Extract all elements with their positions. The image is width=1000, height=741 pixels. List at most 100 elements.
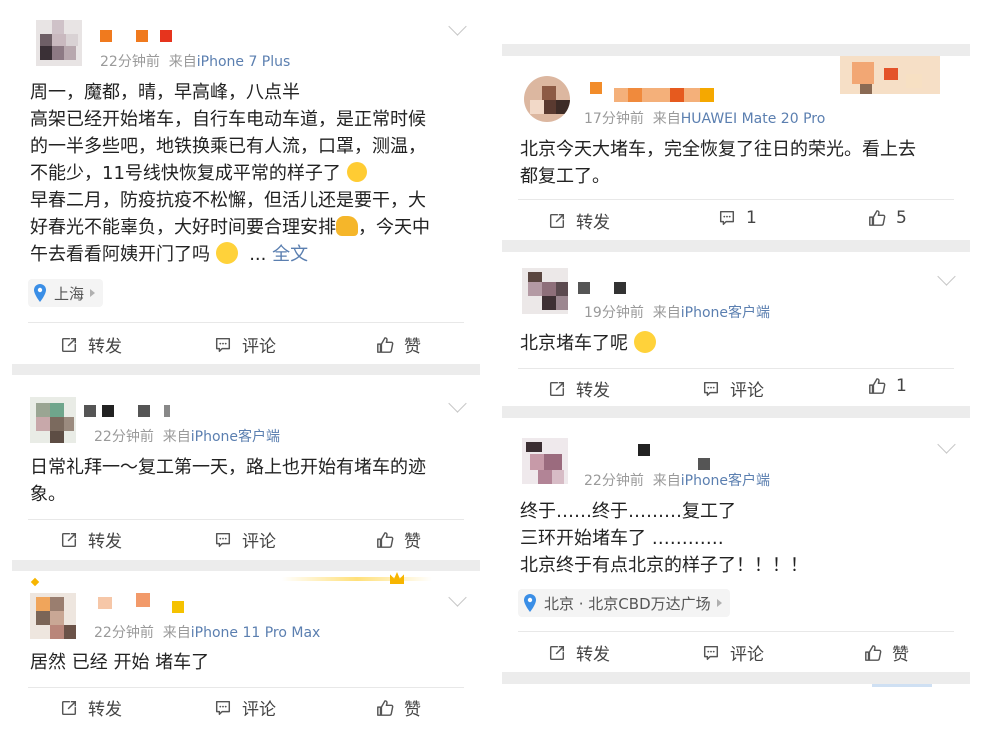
repost-label: 转发 <box>88 532 122 552</box>
like-button[interactable]: 赞 <box>376 527 421 552</box>
repost-icon <box>60 699 78 717</box>
divider <box>28 519 464 520</box>
avatar[interactable] <box>30 397 76 443</box>
like-button[interactable]: 赞 <box>376 695 421 720</box>
chevron-down-icon[interactable] <box>448 588 467 607</box>
post-time: 22分钟前 <box>94 625 154 641</box>
comment-button[interactable]: 评论 <box>214 332 276 357</box>
like-button[interactable]: 5 <box>868 208 907 228</box>
comment-icon <box>214 699 232 717</box>
avatar[interactable] <box>36 20 82 66</box>
divider <box>518 199 954 200</box>
left-feed-column: 22分钟前 来自iPhone 7 Plus 周一，魔都，晴，早高峰，八点半 高架… <box>12 0 480 741</box>
location-label: 北京 · 北京CBD万达广场 <box>544 594 711 613</box>
previous-card-bottom <box>502 0 970 44</box>
chevron-right-icon <box>90 289 96 297</box>
comment-button[interactable]: 评论 <box>702 640 764 665</box>
comment-label: 评论 <box>242 700 276 720</box>
like-icon <box>376 336 394 354</box>
comment-button[interactable]: 评论 <box>214 527 276 552</box>
location-tag[interactable]: 上海 <box>28 279 104 307</box>
repost-label: 转发 <box>576 381 610 401</box>
avatar[interactable] <box>522 268 568 314</box>
post-device[interactable]: iPhone 7 Plus <box>197 54 291 70</box>
repost-button[interactable]: 转发 <box>60 527 122 552</box>
divider <box>518 631 954 632</box>
repost-button[interactable]: 转发 <box>60 332 122 357</box>
like-button[interactable]: 赞 <box>376 332 421 357</box>
comment-icon <box>702 380 720 398</box>
comment-button[interactable]: 评论 <box>214 695 276 720</box>
comment-label: 评论 <box>242 337 276 357</box>
repost-icon <box>60 336 78 354</box>
post-text: 北京今天大堵车，完全恢复了往日的荣光。看上去 都复工了。 <box>520 136 960 190</box>
like-icon <box>376 699 394 717</box>
weibo-post-card[interactable]: 22分钟前 来自iPhone客户端 日常礼拜一～复工第一天，路上也开始有堵车的迹… <box>12 375 480 560</box>
chevron-down-icon[interactable] <box>448 17 467 36</box>
post-device[interactable]: iPhone客户端 <box>191 429 280 445</box>
like-label: 赞 <box>404 532 421 552</box>
avatar[interactable] <box>524 76 570 122</box>
weibo-post-card[interactable]: 22分钟前 来自iPhone 11 Pro Max 居然 已经 开始 堵车了 转… <box>12 571 480 741</box>
weibo-post-card[interactable]: 17分钟前 来自HUAWEI Mate 20 Pro 北京今天大堵车，完全恢复了… <box>502 56 970 240</box>
repost-button[interactable]: 转发 <box>60 695 122 720</box>
chevron-down-icon[interactable] <box>937 435 956 454</box>
location-tag[interactable]: 北京 · 北京CBD万达广场 <box>518 589 730 617</box>
chevron-down-icon[interactable] <box>448 394 467 413</box>
avatar[interactable] <box>522 438 568 484</box>
post-source-prefix: 来自 <box>162 625 191 641</box>
repost-button[interactable]: 转发 <box>548 376 610 401</box>
post-text: 居然 已经 开始 堵车了 <box>30 649 470 676</box>
comment-button[interactable]: 评论 <box>702 376 764 401</box>
post-text-line: 三环开始堵车了 ………… <box>520 528 724 549</box>
repost-icon <box>548 644 566 662</box>
chevron-down-icon[interactable] <box>937 267 956 286</box>
repost-button[interactable]: 转发 <box>548 208 610 233</box>
post-device[interactable]: iPhone客户端 <box>681 305 770 321</box>
like-icon <box>864 644 882 662</box>
full-text-link[interactable]: 全文 <box>272 244 308 265</box>
like-icon <box>868 209 886 227</box>
post-source-prefix: 来自 <box>652 305 681 321</box>
weibo-post-card[interactable]: 19分钟前 来自iPhone客户端 北京堵车了呢 转发 评论 1 <box>502 252 970 406</box>
post-text-line: 早春二月，防疫抗疫不松懈，但活儿还是要干，大 <box>30 190 426 211</box>
comment-icon <box>214 336 232 354</box>
post-text: 日常礼拜一～复工第一天，路上也开始有堵车的迹 象。 <box>30 454 470 508</box>
post-time: 22分钟前 <box>100 54 160 70</box>
post-device[interactable]: iPhone客户端 <box>681 473 770 489</box>
like-button[interactable]: 1 <box>868 376 907 396</box>
post-device[interactable]: iPhone 11 Pro Max <box>191 625 321 641</box>
divider <box>518 368 954 369</box>
avatar[interactable] <box>30 593 76 639</box>
divider <box>28 322 464 323</box>
post-text-line: 北京今天大堵车，完全恢复了往日的荣光。看上去 <box>520 139 916 160</box>
flexed-biceps-emoji-icon <box>336 216 358 236</box>
grin-sweat-emoji-icon <box>346 162 367 182</box>
post-text-line: 北京堵车了呢 <box>520 330 960 357</box>
repost-icon <box>60 531 78 549</box>
post-text: 北京堵车了呢 <box>520 330 960 357</box>
weibo-post-card[interactable]: 22分钟前 来自iPhone 7 Plus 周一，魔都，晴，早高峰，八点半 高架… <box>12 0 480 364</box>
post-text-line: 好春光不能辜负，大好时间要合理安排 ，今天中 <box>30 216 430 238</box>
comment-button[interactable]: 1 <box>718 208 757 228</box>
like-count: 5 <box>896 208 907 228</box>
like-button[interactable]: 赞 <box>864 640 909 665</box>
chevron-right-icon <box>716 599 722 607</box>
repost-button[interactable]: 转发 <box>548 640 610 665</box>
post-meta: 22分钟前 来自iPhone客户端 <box>584 470 770 490</box>
post-text-line: 午去看看阿姨开门了吗 ... 全文 <box>30 242 309 265</box>
post-time: 17分钟前 <box>584 111 644 127</box>
like-icon <box>868 377 886 395</box>
comment-label: 评论 <box>242 532 276 552</box>
comment-label: 评论 <box>730 381 764 401</box>
post-device[interactable]: HUAWEI Mate 20 Pro <box>681 111 826 127</box>
comment-icon <box>702 644 720 662</box>
repost-label: 转发 <box>88 700 122 720</box>
weibo-post-card[interactable]: 22分钟前 来自iPhone客户端 终于……终于………复工了 三环开始堵车了 …… <box>502 418 970 672</box>
repost-icon <box>548 380 566 398</box>
comment-icon <box>718 209 736 227</box>
post-text-line: 周一，魔都，晴，早高峰，八点半 <box>30 82 300 103</box>
post-source-prefix: 来自 <box>162 429 191 445</box>
ellipsis: ... <box>249 244 267 265</box>
next-card-top <box>502 684 970 741</box>
